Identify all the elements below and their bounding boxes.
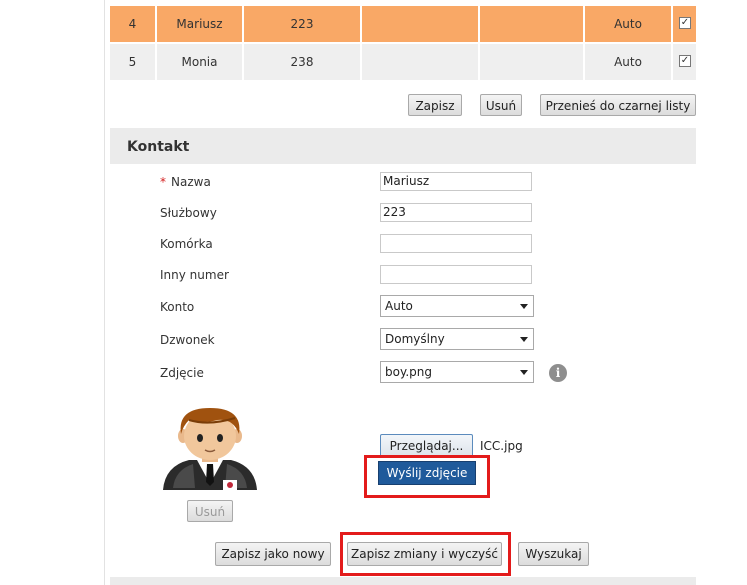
account-label: Konto <box>160 300 195 314</box>
chevron-down-icon <box>520 337 528 342</box>
avatar <box>163 408 257 490</box>
table-row[interactable]: 4 Mariusz 223 Auto ✓ <box>110 6 696 42</box>
save-as-new-button[interactable]: Zapisz jako nowy <box>215 542 331 566</box>
row-col5 <box>480 44 583 80</box>
photo-select[interactable]: boy.png <box>380 361 534 383</box>
ringtone-label: Dzwonek <box>160 333 215 347</box>
row-col5 <box>480 6 583 42</box>
photo-label: Zdjęcie <box>160 366 204 380</box>
row-select-checkbox[interactable]: ✓ <box>679 17 691 29</box>
mobile-field[interactable] <box>380 234 532 253</box>
row-col4 <box>362 44 478 80</box>
upload-photo-button[interactable]: Wyślij zdjęcie <box>378 461 476 485</box>
chevron-down-icon <box>520 304 528 309</box>
work-number-field[interactable]: 223 <box>380 203 532 222</box>
row-col4 <box>362 6 478 42</box>
work-label: Służbowy <box>160 206 217 220</box>
page-left-border <box>104 0 105 585</box>
save-button[interactable]: Zapisz <box>408 94 462 116</box>
name-field[interactable]: Mariusz <box>380 172 532 191</box>
next-section-header <box>110 577 696 585</box>
table-row[interactable]: 5 Monia 238 Auto ✓ <box>110 44 696 80</box>
save-and-clear-button[interactable]: Zapisz zmiany i wyczyść <box>347 542 502 566</box>
row-name: Monia <box>181 55 218 69</box>
mobile-label: Komórka <box>160 237 213 251</box>
name-label: * Nazwa <box>160 175 211 189</box>
row-number: 238 <box>290 55 314 69</box>
row-id: 4 <box>128 17 137 31</box>
move-to-blacklist-button[interactable]: Przenieś do czarnej listy <box>540 94 696 116</box>
avatar-delete-button[interactable]: Usuń <box>187 500 233 522</box>
row-id: 5 <box>128 55 137 69</box>
other-number-field[interactable] <box>380 265 532 284</box>
contact-section-header: Kontakt <box>110 128 696 164</box>
row-name: Mariusz <box>176 17 223 31</box>
chevron-down-icon <box>520 370 528 375</box>
required-mark: * <box>160 175 166 189</box>
info-icon[interactable]: i <box>549 364 567 382</box>
other-number-label: Inny numer <box>160 268 229 282</box>
section-title: Kontakt <box>127 139 190 155</box>
search-button[interactable]: Wyszukaj <box>518 542 589 566</box>
account-select[interactable]: Auto <box>380 295 534 317</box>
row-account: Auto <box>614 55 642 69</box>
selected-file-name: ICC.jpg <box>480 439 523 453</box>
row-select-checkbox[interactable]: ✓ <box>679 55 691 67</box>
delete-button[interactable]: Usuń <box>480 94 522 116</box>
row-account: Auto <box>614 17 642 31</box>
ringtone-select[interactable]: Domyślny <box>380 328 534 350</box>
row-number: 223 <box>290 17 314 31</box>
